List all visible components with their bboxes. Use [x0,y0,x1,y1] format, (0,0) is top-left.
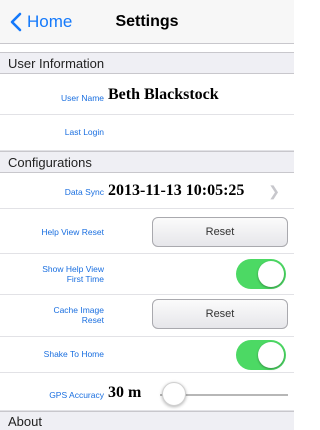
cache-image-reset-row: Cache Image Reset Reset [0,295,294,337]
last-login-row: Last Login [0,115,294,151]
user-name-label: User Name [61,93,104,103]
show-help-view-row: Show Help View First Time [0,254,294,295]
toggle-knob [258,342,284,368]
cache-image-reset-button[interactable]: Reset [152,299,288,329]
help-view-reset-row: Help View Reset Reset [0,209,294,254]
shake-to-home-row: Shake To Home [0,337,294,373]
show-help-view-toggle[interactable] [236,259,286,289]
cache-image-reset-label-line1: Cache Image [53,305,104,315]
chevron-right-icon: ❯ [268,183,280,199]
cache-image-reset-label-line2: Reset [81,315,104,325]
show-help-view-label-line1: Show Help View [42,264,104,274]
toggle-knob [258,261,284,287]
last-login-label: Last Login [64,127,104,137]
shake-to-home-label: Shake To Home [43,349,104,359]
page-title: Settings [115,13,179,30]
gps-accuracy-label: GPS Accuracy [49,390,104,400]
help-view-reset-button[interactable]: Reset [152,217,288,247]
user-name-value: Beth Blackstock [108,86,219,103]
show-help-view-label: Show Help View First Time [0,264,104,284]
slider-thumb[interactable] [162,382,186,406]
help-view-reset-label: Help View Reset [41,227,104,237]
data-sync-label: Data Sync [64,187,104,197]
cache-image-reset-label: Cache Image Reset [0,305,104,325]
gps-accuracy-value: 30 m [108,384,142,401]
section-header-about: About [0,411,294,430]
section-header-user-information: User Information [0,52,294,74]
data-sync-value: 2013-11-13 10:05:25 [108,182,245,199]
gps-accuracy-slider[interactable] [160,382,288,408]
navigation-bar: Home Settings [0,0,294,44]
section-header-configurations: Configurations [0,151,294,173]
shake-to-home-toggle[interactable] [236,340,286,370]
show-help-view-label-line2: First Time [66,274,104,284]
data-sync-row[interactable]: Data Sync 2013-11-13 10:05:25 ❯ [0,173,294,209]
user-name-row: User Name Beth Blackstock [0,74,294,115]
gps-accuracy-row: GPS Accuracy 30 m [0,373,294,411]
